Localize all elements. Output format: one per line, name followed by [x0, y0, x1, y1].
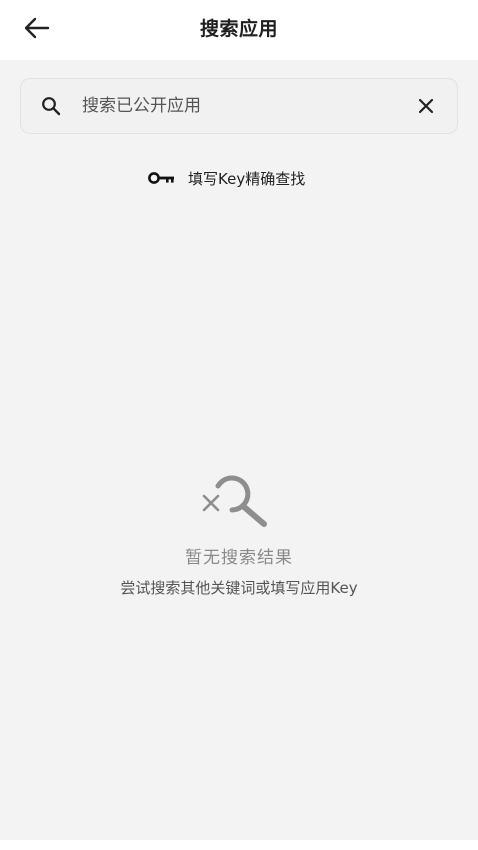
top-app-bar: 搜索应用 [0, 0, 478, 60]
empty-state-title: 暂无搜索结果 [185, 548, 293, 568]
bottom-edge [0, 840, 478, 850]
key-lookup-link[interactable]: 填写Key精确查找 [148, 165, 305, 191]
key-icon [148, 172, 174, 184]
search-input[interactable] [82, 90, 402, 122]
close-icon [418, 98, 434, 114]
search-off-icon [202, 475, 267, 527]
key-lookup-label: 填写Key精确查找 [188, 169, 306, 188]
search-icon [42, 97, 61, 116]
page-title: 搜索应用 [199, 18, 278, 40]
clear-search-button[interactable] [414, 94, 438, 118]
empty-state-hint: 尝试搜索其他关键词或填写应用Key [120, 579, 358, 597]
